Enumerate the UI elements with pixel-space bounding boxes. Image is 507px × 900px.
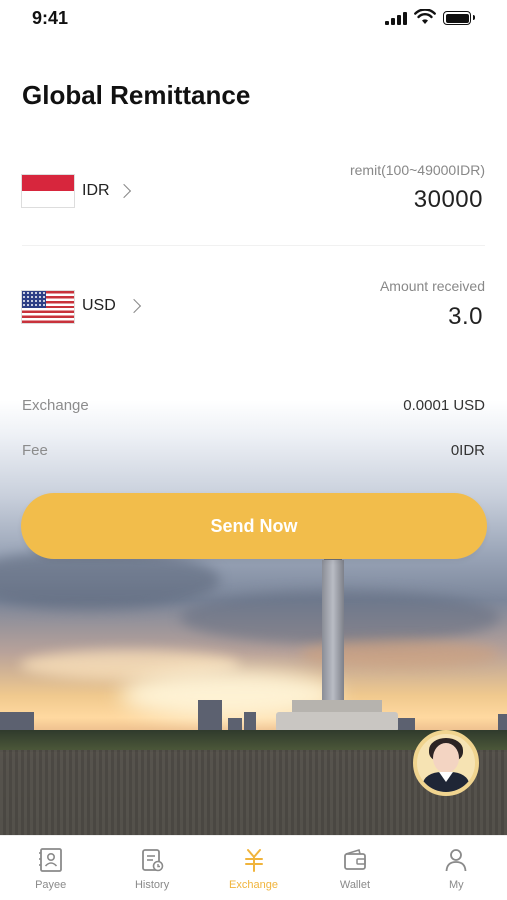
history-icon <box>142 849 164 872</box>
yuan-icon <box>244 849 263 872</box>
tab-exchange[interactable]: Exchange <box>203 836 304 900</box>
tab-label: My <box>448 879 464 891</box>
receive-currency-selector[interactable]: USD <box>82 297 116 315</box>
tab-label: Payee <box>35 879 67 891</box>
send-amount-hint: remit(100~49000IDR) <box>349 162 485 178</box>
exchange-label: Exchange <box>22 397 89 414</box>
send-currency-selector[interactable]: IDR <box>82 182 110 200</box>
wifi-icon <box>414 9 436 24</box>
chevron-right-icon[interactable] <box>116 183 132 199</box>
send-amount-input[interactable]: 30000 <box>414 186 483 214</box>
battery-icon <box>443 11 475 25</box>
tab-my[interactable]: My <box>406 836 507 900</box>
tab-label: Exchange <box>229 879 278 891</box>
page-title: Global Remittance <box>22 80 251 110</box>
tab-label: Wallet <box>339 879 370 891</box>
fee-label: Fee <box>22 442 48 459</box>
customer-support-avatar[interactable] <box>413 730 479 796</box>
send-currency-row: IDR remit(100~49000IDR) 30000 <box>0 160 507 230</box>
usa-flag-icon <box>22 291 74 323</box>
tab-payee[interactable]: Payee <box>0 836 101 900</box>
divider <box>22 245 485 246</box>
tab-history[interactable]: History <box>101 836 202 900</box>
tab-wallet[interactable]: Wallet <box>304 836 405 900</box>
received-amount: 3.0 <box>448 303 483 330</box>
receive-amount-hint: Amount received <box>379 278 485 294</box>
cellular-signal-icon <box>385 12 407 25</box>
status-bar: 9:41 <box>0 0 507 36</box>
person-icon <box>445 849 467 872</box>
status-time: 9:41 <box>32 8 69 28</box>
bottom-tab-bar: Payee History Exchange Wallet My <box>0 835 507 900</box>
receive-currency-row: USD Amount received 3.0 <box>0 275 507 345</box>
exchange-rate-value: 0.0001 USD <box>403 397 485 414</box>
payee-icon <box>38 848 62 872</box>
indonesia-flag-icon <box>22 175 74 207</box>
tab-label: History <box>134 879 170 891</box>
chevron-right-icon[interactable] <box>126 298 142 314</box>
fee-value: 0IDR <box>450 442 485 459</box>
send-now-button[interactable]: Send Now <box>21 493 487 559</box>
wallet-icon <box>344 848 366 870</box>
